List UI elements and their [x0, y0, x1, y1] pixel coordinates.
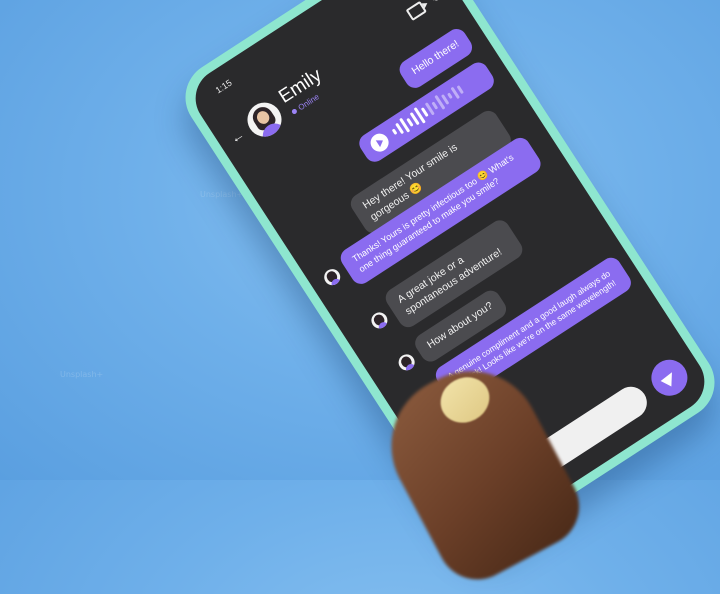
sender-avatar	[395, 351, 418, 374]
back-arrow-icon[interactable]: ←	[227, 126, 247, 147]
watermark: Unsplash+	[60, 370, 104, 379]
video-call-icon[interactable]	[405, 0, 427, 21]
send-icon[interactable]	[644, 352, 695, 403]
play-icon[interactable]	[367, 130, 393, 156]
sender-avatar	[368, 309, 391, 332]
contact-avatar[interactable]	[240, 96, 289, 144]
sender-avatar	[321, 266, 344, 289]
status-time: 1:15	[213, 77, 234, 96]
watermark: Unsplash+	[200, 190, 244, 199]
online-dot-icon	[291, 108, 299, 116]
